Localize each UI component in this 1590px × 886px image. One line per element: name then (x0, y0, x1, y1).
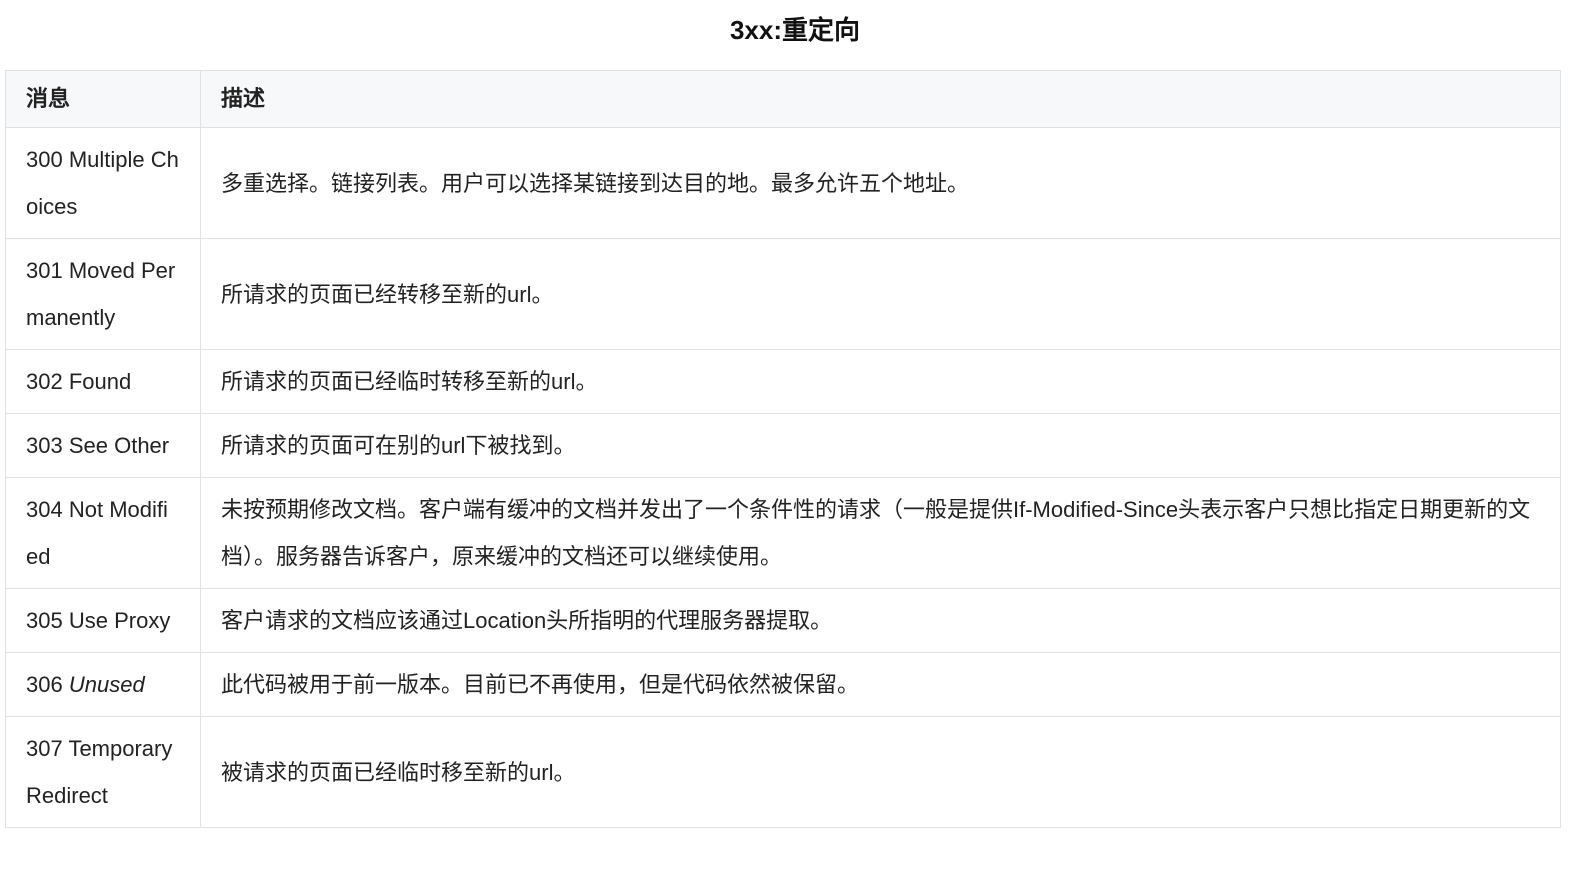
status-name: Unused (68, 672, 145, 697)
status-message: 307 Temporary Redirect (26, 736, 172, 808)
message-cell: 304 Not Modified (5, 477, 201, 589)
table-row: 307 Temporary Redirect 被请求的页面已经临时移至新的url… (5, 716, 1561, 828)
message-cell: 303 See Other (5, 413, 201, 478)
status-message: 306 Unused (26, 672, 145, 697)
table-row: 303 See Other 所请求的页面可在别的url下被找到。 (5, 413, 1561, 478)
description-cell: 所请求的页面可在别的url下被找到。 (200, 413, 1561, 478)
message-cell: 301 Moved Permanently (5, 238, 201, 350)
status-name: See Other (68, 433, 170, 458)
description-cell: 所请求的页面已经临时转移至新的url。 (200, 349, 1561, 414)
table-row: 300 Multiple Choices 多重选择。链接列表。用户可以选择某链接… (5, 127, 1561, 239)
message-cell: 305 Use Proxy (5, 588, 201, 653)
status-code: 307 (26, 736, 63, 761)
table-header-row: 消息 描述 (5, 70, 1561, 128)
message-cell: 300 Multiple Choices (5, 127, 201, 239)
message-cell: 306 Unused (5, 652, 201, 717)
description-cell: 客户请求的文档应该通过Location头所指明的代理服务器提取。 (200, 588, 1561, 653)
status-code: 300 (26, 147, 63, 172)
status-code-table: 消息 描述 300 Multiple Choices 多重选择。链接列表。用户可… (5, 70, 1561, 828)
status-code: 304 (26, 497, 63, 522)
table-row: 304 Not Modified 未按预期修改文档。客户端有缓冲的文档并发出了一… (5, 477, 1561, 589)
status-name: Use Proxy (68, 608, 171, 633)
table-row: 306 Unused 此代码被用于前一版本。目前已不再使用，但是代码依然被保留。 (5, 652, 1561, 717)
column-header-message: 消息 (5, 70, 201, 128)
status-name: Found (68, 369, 132, 394)
status-code: 302 (26, 369, 63, 394)
status-message: 304 Not Modified (26, 497, 168, 569)
table-row: 301 Moved Permanently 所请求的页面已经转移至新的url。 (5, 238, 1561, 350)
status-message: 305 Use Proxy (26, 608, 170, 633)
table-row: 305 Use Proxy 客户请求的文档应该通过Location头所指明的代理… (5, 588, 1561, 653)
description-cell: 所请求的页面已经转移至新的url。 (200, 238, 1561, 350)
table-row: 302 Found 所请求的页面已经临时转移至新的url。 (5, 349, 1561, 414)
status-code: 303 (26, 433, 63, 458)
message-cell: 302 Found (5, 349, 201, 414)
column-header-description: 描述 (200, 70, 1561, 128)
status-message: 301 Moved Permanently (26, 258, 175, 330)
page-title: 3xx:重定向 (729, 15, 861, 45)
status-message: 300 Multiple Choices (26, 147, 179, 219)
status-message: 303 See Other (26, 433, 169, 458)
description-cell: 未按预期修改文档。客户端有缓冲的文档并发出了一个条件性的请求（一般是提供If-M… (200, 477, 1561, 589)
message-cell: 307 Temporary Redirect (5, 716, 201, 828)
status-code: 301 (26, 258, 63, 283)
description-cell: 多重选择。链接列表。用户可以选择某链接到达目的地。最多允许五个地址。 (200, 127, 1561, 239)
status-code: 306 (26, 672, 63, 697)
description-cell: 此代码被用于前一版本。目前已不再使用，但是代码依然被保留。 (200, 652, 1561, 717)
status-code: 305 (26, 608, 63, 633)
status-message: 302 Found (26, 369, 131, 394)
description-cell: 被请求的页面已经临时移至新的url。 (200, 716, 1561, 828)
